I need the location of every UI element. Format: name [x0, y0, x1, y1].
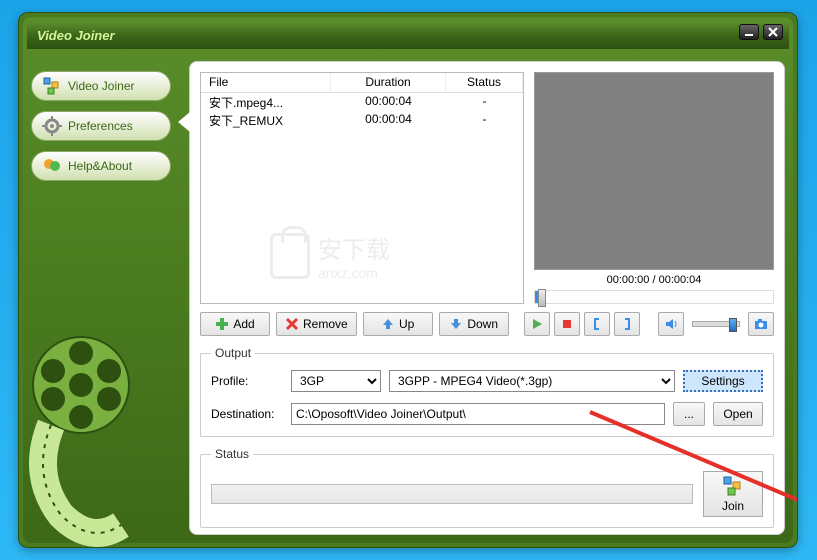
seek-slider[interactable]: [534, 290, 774, 304]
volume-slider[interactable]: [692, 321, 740, 327]
gear-icon: [42, 116, 62, 136]
preview-timecode: 00:00:00 / 00:00:04: [534, 270, 774, 290]
column-header-status[interactable]: Status: [446, 73, 523, 92]
progress-bar: [211, 484, 693, 504]
status-legend: Status: [211, 447, 253, 461]
sidebar-item-preferences[interactable]: Preferences: [31, 111, 171, 141]
sidebar-item-label: Video Joiner: [68, 79, 135, 93]
join-button[interactable]: Join: [703, 471, 763, 517]
table-row[interactable]: 安下.mpeg4... 00:00:04 -: [201, 93, 523, 111]
down-button[interactable]: Down: [439, 312, 509, 336]
stop-icon: [560, 317, 574, 331]
minimize-button[interactable]: [739, 24, 759, 40]
destination-label: Destination:: [211, 407, 283, 421]
arrow-down-icon: [449, 317, 463, 331]
play-button[interactable]: [524, 312, 550, 336]
mark-out-button[interactable]: [614, 312, 640, 336]
bracket-left-icon: [590, 317, 604, 331]
output-group: Output Profile: 3GP 3GPP - MPEG4 Video(*…: [200, 346, 774, 437]
speaker-icon: [664, 317, 678, 331]
volume-button[interactable]: [658, 312, 684, 336]
play-icon: [530, 317, 544, 331]
file-list[interactable]: File Duration Status 安下.mpeg4... 00:00:0…: [200, 72, 524, 304]
sidebar-item-label: Help&About: [68, 159, 132, 173]
snapshot-button[interactable]: [748, 312, 774, 336]
sidebar-item-label: Preferences: [68, 119, 133, 133]
x-icon: [285, 317, 299, 331]
up-button[interactable]: Up: [363, 312, 433, 336]
sidebar: Video Joiner Preferences Help&About: [31, 71, 179, 191]
settings-button[interactable]: Settings: [683, 370, 763, 392]
column-header-duration[interactable]: Duration: [331, 73, 446, 92]
profile-label: Profile:: [211, 374, 283, 388]
arrow-up-icon: [381, 317, 395, 331]
camera-icon: [754, 317, 768, 331]
sidebar-item-help-about[interactable]: Help&About: [31, 151, 171, 181]
app-title: Video Joiner: [37, 28, 115, 43]
stop-button[interactable]: [554, 312, 580, 336]
film-reel-decoration: [21, 295, 181, 548]
plus-icon: [215, 317, 229, 331]
remove-button[interactable]: Remove: [276, 312, 357, 336]
table-row[interactable]: 安下_REMUX 00:00:04 -: [201, 111, 523, 129]
column-header-file[interactable]: File: [201, 73, 331, 92]
app-window: Video Joiner Video Joiner Preferences: [18, 12, 798, 548]
open-button[interactable]: Open: [713, 402, 763, 426]
profile-select[interactable]: 3GPP - MPEG4 Video(*.3gp): [389, 370, 675, 392]
bracket-right-icon: [620, 317, 634, 331]
close-button[interactable]: [763, 24, 783, 40]
output-legend: Output: [211, 346, 255, 360]
browse-button[interactable]: ...: [673, 402, 705, 426]
joiner-icon: [42, 76, 62, 96]
titlebar[interactable]: Video Joiner: [27, 21, 789, 49]
status-group: Status Join: [200, 447, 774, 528]
mark-in-button[interactable]: [584, 312, 610, 336]
profile-group-select[interactable]: 3GP: [291, 370, 381, 392]
video-preview[interactable]: [534, 72, 774, 270]
destination-input[interactable]: [291, 403, 665, 425]
sidebar-item-video-joiner[interactable]: Video Joiner: [31, 71, 171, 101]
help-icon: [42, 156, 62, 176]
main-panel: File Duration Status 安下.mpeg4... 00:00:0…: [189, 61, 785, 535]
joiner-icon: [722, 475, 744, 497]
add-button[interactable]: Add: [200, 312, 270, 336]
